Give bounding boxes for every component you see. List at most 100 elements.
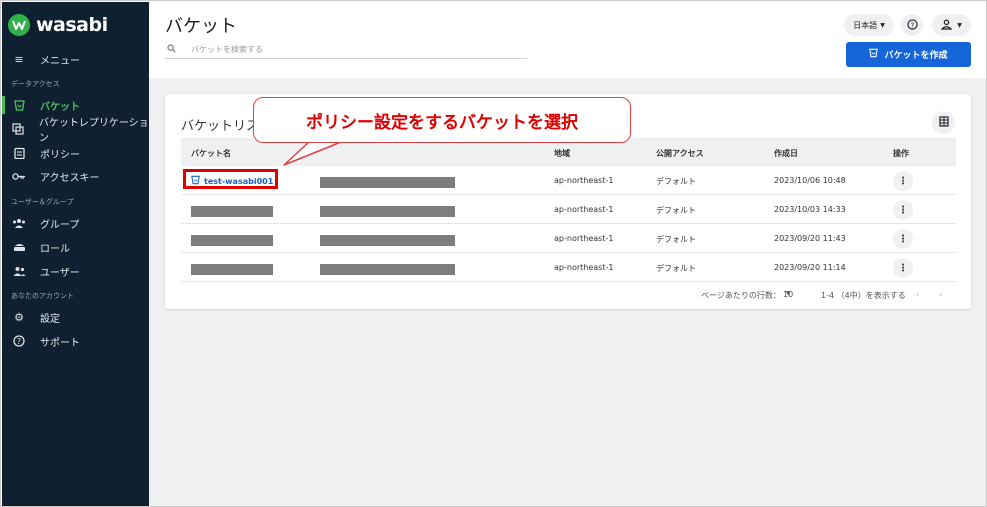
user-icon xyxy=(940,18,953,32)
menu-label: メニュー xyxy=(40,55,80,67)
sidebar-item-label: アクセスキー xyxy=(40,172,100,184)
sidebar-item-groups[interactable]: グループ xyxy=(2,212,149,234)
row-actions-button[interactable]: ⋮ xyxy=(893,171,913,191)
search-icon xyxy=(167,43,179,56)
chevron-down-icon: ▼ xyxy=(786,290,791,297)
more-vertical-icon: ⋮ xyxy=(898,262,908,274)
redacted-field xyxy=(320,206,455,217)
sidebar-item-label: ポリシー xyxy=(40,149,80,161)
brand-name: wasabi xyxy=(36,14,108,36)
bucket-icon xyxy=(12,98,26,112)
callout-text: ポリシー設定をするバケットを選択 xyxy=(306,112,578,133)
page-range: 1-4 （4中）を表示する xyxy=(821,291,906,300)
bucket-created: 2023/09/20 11:14 xyxy=(774,263,846,272)
svg-text:?: ? xyxy=(910,20,914,29)
table-row[interactable]: test-wasabi001 ap-northeast-1 デフォルト 2023… xyxy=(181,166,956,195)
sidebar-item-buckets[interactable]: バケット xyxy=(2,94,149,116)
page-header: バケット バケットを検索する 日本語 ▼ ? ▼ バケットを作成 xyxy=(149,2,986,78)
hamburger-icon: ≡ xyxy=(14,52,24,66)
bucket-created: 2023/10/06 10:48 xyxy=(774,176,846,185)
sidebar-item-bucket-replication[interactable]: バケットレプリケーション xyxy=(2,118,149,144)
gear-icon: ⚙ xyxy=(14,310,24,324)
annotation-callout: ポリシー設定をするバケットを選択 xyxy=(253,97,631,143)
chevron-right-icon: › xyxy=(939,290,943,299)
row-actions-button[interactable]: ⋮ xyxy=(893,229,913,249)
sidebar: wasabi ≡ メニュー データアクセス バケット バケットレプリケーション … xyxy=(2,2,149,506)
redacted-field xyxy=(320,264,455,275)
chevron-down-icon: ▼ xyxy=(957,21,962,29)
sidebar-item-support[interactable]: ? サポート xyxy=(2,330,149,352)
menu-toggle[interactable]: ≡ メニュー xyxy=(2,48,149,70)
language-label: 日本語 xyxy=(853,20,878,30)
help-button[interactable]: ? xyxy=(901,14,923,36)
sidebar-item-roles[interactable]: ロール xyxy=(2,236,149,258)
role-icon xyxy=(12,240,26,254)
section-data-access: データアクセス xyxy=(11,80,60,88)
create-bucket-label: バケットを作成 xyxy=(884,51,948,61)
column-header-name[interactable]: バケット名 xyxy=(191,148,231,159)
redacted-field xyxy=(320,177,455,188)
more-vertical-icon: ⋮ xyxy=(898,233,908,245)
column-header-region[interactable]: 地域 xyxy=(554,148,570,159)
brand-logo[interactable]: wasabi xyxy=(8,12,108,38)
bucket-icon xyxy=(869,48,879,61)
help-icon: ? xyxy=(906,18,918,32)
replication-icon xyxy=(12,122,25,136)
sidebar-item-users[interactable]: ユーザー xyxy=(2,260,149,282)
key-icon xyxy=(12,169,26,183)
table-row[interactable]: ap-northeast-1 デフォルト 2023/09/20 11:43 ⋮ xyxy=(181,224,956,253)
policy-icon xyxy=(12,146,26,160)
group-icon xyxy=(12,216,26,230)
sidebar-item-label: グループ xyxy=(40,219,80,231)
sidebar-item-access-keys[interactable]: アクセスキー xyxy=(2,165,149,187)
chevron-left-icon: ‹ xyxy=(916,290,920,299)
bucket-icon xyxy=(191,175,200,188)
sidebar-item-policies[interactable]: ポリシー xyxy=(2,142,149,164)
bucket-access: デフォルト xyxy=(656,264,696,273)
bucket-access: デフォルト xyxy=(656,206,696,215)
row-actions-button[interactable]: ⋮ xyxy=(893,258,913,278)
column-header-created[interactable]: 作成日 xyxy=(774,148,798,159)
bucket-region: ap-northeast-1 xyxy=(554,263,614,272)
section-users-groups: ユーザー＆グループ xyxy=(11,198,74,206)
svg-text:?: ? xyxy=(17,337,21,346)
redacted-bucket-name xyxy=(191,206,273,217)
wasabi-logo-icon xyxy=(8,14,30,36)
bucket-table: バケット名 地域 公開アクセス 作成日 操作 test-wasabi001 ap… xyxy=(181,138,956,282)
bucket-access: デフォルト xyxy=(656,177,696,186)
create-bucket-button[interactable]: バケットを作成 xyxy=(846,42,971,67)
column-header-actions: 操作 xyxy=(893,149,909,158)
bucket-name-link[interactable]: test-wasabi001 xyxy=(191,175,273,188)
row-actions-button[interactable]: ⋮ xyxy=(893,200,913,220)
help-icon: ? xyxy=(12,334,26,348)
table-pagination: ページあたりの行数： 10 ▼ 1-4 （4中）を表示する ‹ › xyxy=(181,290,956,304)
column-settings-button[interactable] xyxy=(932,111,955,134)
redacted-bucket-name xyxy=(191,235,273,246)
account-menu-button[interactable]: ▼ xyxy=(932,14,971,36)
column-header-access[interactable]: 公開アクセス xyxy=(656,148,704,159)
sidebar-item-label: ロール xyxy=(40,243,70,255)
bucket-name: test-wasabi001 xyxy=(204,177,274,186)
users-icon xyxy=(12,264,26,278)
app-window: wasabi ≡ メニュー データアクセス バケット バケットレプリケーション … xyxy=(0,0,987,507)
sidebar-item-label: バケットレプリケーション xyxy=(38,118,149,144)
rows-per-page-label: ページあたりの行数： xyxy=(701,291,781,300)
search-bar[interactable]: バケットを検索する xyxy=(165,41,527,59)
more-vertical-icon: ⋮ xyxy=(898,175,908,187)
page-title: バケット xyxy=(165,16,237,37)
section-your-account: あなたのアカウント xyxy=(11,292,74,300)
table-row[interactable]: ap-northeast-1 デフォルト 2023/10/03 14:33 ⋮ xyxy=(181,195,956,224)
redacted-field xyxy=(320,235,455,246)
sidebar-item-label: サポート xyxy=(40,337,80,349)
sidebar-item-label: 設定 xyxy=(40,313,60,325)
language-selector[interactable]: 日本語 ▼ xyxy=(844,14,894,36)
bucket-region: ap-northeast-1 xyxy=(554,205,614,214)
redacted-bucket-name xyxy=(191,264,273,275)
table-row[interactable]: ap-northeast-1 デフォルト 2023/09/20 11:14 ⋮ xyxy=(181,253,956,282)
search-input[interactable]: バケットを検索する xyxy=(191,44,263,55)
more-vertical-icon: ⋮ xyxy=(898,204,908,216)
bucket-created: 2023/10/03 14:33 xyxy=(774,205,846,214)
bucket-region: ap-northeast-1 xyxy=(554,176,614,185)
sidebar-item-settings[interactable]: ⚙ 設定 xyxy=(2,306,149,328)
sidebar-item-label: バケット xyxy=(40,101,80,113)
